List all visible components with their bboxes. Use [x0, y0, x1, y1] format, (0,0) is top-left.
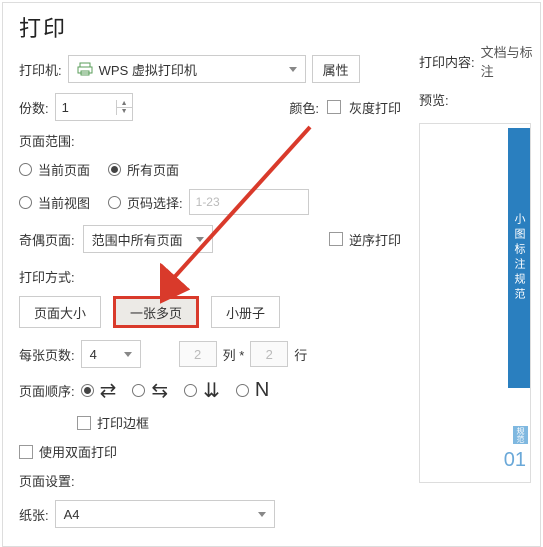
radio-page-select[interactable] [108, 196, 121, 209]
odd-even-value: 范围中所有页面 [92, 230, 183, 249]
radio-current-page[interactable] [19, 163, 32, 176]
odd-even-label: 奇偶页面: [19, 230, 75, 249]
copies-value: 1 [56, 100, 116, 115]
reverse-checkbox[interactable] [329, 232, 343, 246]
printer-value: WPS 虚拟打印机 [99, 60, 197, 79]
spin-down-icon[interactable]: ▼ [117, 108, 132, 115]
radio-current-view[interactable] [19, 196, 32, 209]
tab-multi-page[interactable]: 一张多页 [113, 296, 199, 328]
all-pages-label: 所有页面 [127, 160, 179, 179]
page-select-label: 页码选择: [127, 193, 183, 212]
preview-sidebar-text: 小图标注规范 [508, 128, 530, 388]
odd-even-select[interactable]: 范围中所有页面 [83, 225, 213, 253]
chevron-down-icon [196, 237, 204, 242]
tab-booklet[interactable]: 小册子 [211, 296, 280, 328]
radio-order-2[interactable] [132, 384, 145, 397]
radio-order-4[interactable] [236, 384, 249, 397]
radio-order-3[interactable] [184, 384, 197, 397]
preview-label: 预览: [419, 90, 543, 109]
chevron-down-icon [124, 352, 132, 357]
cols-input[interactable]: 2 [179, 341, 217, 367]
border-checkbox[interactable] [77, 416, 91, 430]
order-down-icon: ⇊ [203, 378, 220, 403]
radio-all-pages[interactable] [108, 163, 121, 176]
copies-input[interactable]: 1 ▲▼ [55, 93, 133, 121]
grayscale-checkbox[interactable] [327, 100, 341, 114]
tab-page-size[interactable]: 页面大小 [19, 296, 101, 328]
chevron-down-icon [289, 67, 297, 72]
duplex-label: 使用双面打印 [39, 442, 117, 461]
copies-label: 份数: [19, 98, 49, 117]
per-page-label: 每张页数: [19, 345, 75, 364]
printer-icon [77, 62, 93, 76]
border-label: 打印边框 [97, 413, 149, 432]
printer-select[interactable]: WPS 虚拟打印机 [68, 55, 306, 83]
rows-input[interactable]: 2 [250, 341, 288, 367]
current-page-label: 当前页面 [38, 160, 90, 179]
dialog-title: 打印 [19, 11, 524, 43]
duplex-checkbox[interactable] [19, 445, 33, 459]
grayscale-label: 灰度打印 [349, 98, 401, 117]
per-page-value: 4 [90, 347, 97, 362]
paper-value: A4 [64, 507, 80, 522]
spin-up-icon[interactable]: ▲ [117, 100, 132, 108]
per-page-select[interactable]: 4 [81, 340, 141, 368]
order-label: 页面顺序: [19, 381, 75, 400]
printer-label: 打印机: [19, 60, 62, 79]
properties-button[interactable]: 属性 [312, 55, 360, 83]
preview-tag: 规范 [513, 426, 528, 444]
color-label: 颜色: [289, 98, 319, 117]
order-n-icon: N [255, 379, 269, 402]
preview-page-number: 01 [504, 449, 526, 472]
order-zig-icon: ⇄ [100, 378, 117, 403]
chevron-down-icon [258, 512, 266, 517]
content-label: 打印内容: [419, 52, 475, 71]
preview-pane: 小图标注规范 规范 01 [419, 123, 531, 483]
paper-select[interactable]: A4 [55, 500, 275, 528]
reverse-label: 逆序打印 [349, 230, 401, 249]
cols-label: 列 * [223, 345, 245, 364]
content-value: 文档与标注 [481, 42, 543, 80]
page-range-input[interactable]: 1-23 [189, 189, 309, 215]
order-zag-icon: ⇆ [151, 378, 168, 403]
paper-label: 纸张: [19, 505, 49, 524]
current-view-label: 当前视图 [38, 193, 90, 212]
radio-order-1[interactable] [81, 384, 94, 397]
rows-label: 行 [294, 345, 307, 364]
